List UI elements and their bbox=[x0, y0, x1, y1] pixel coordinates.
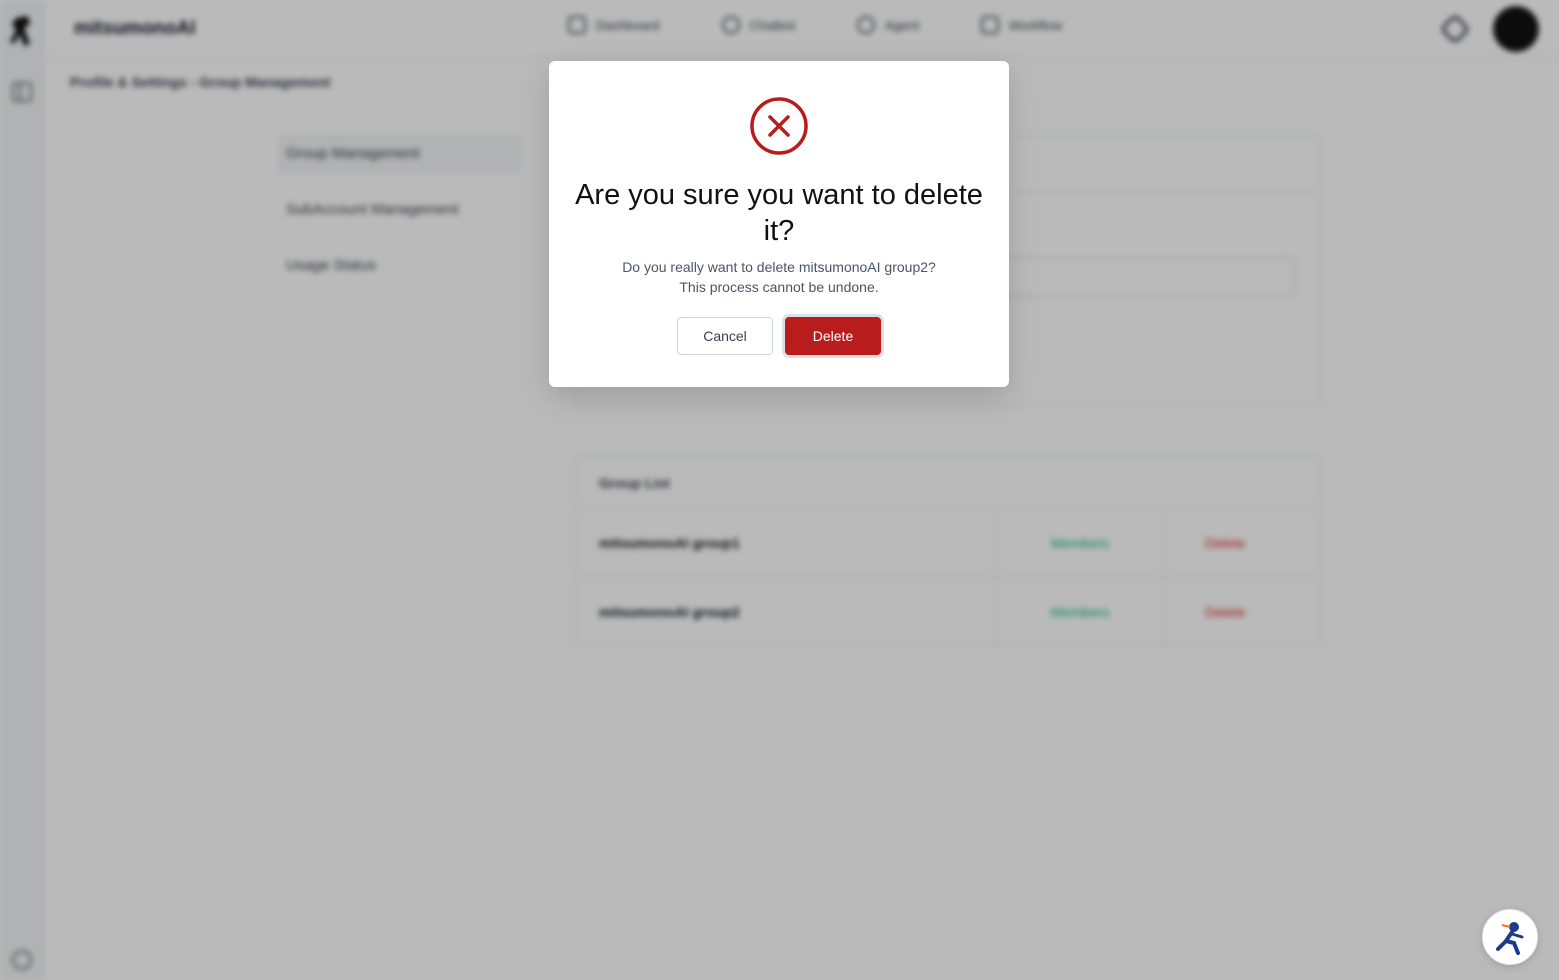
help-button[interactable] bbox=[1482, 909, 1538, 965]
dialog-message: Do you really want to delete mitsumonoAI… bbox=[569, 257, 989, 297]
delete-confirm-dialog: Are you sure you want to delete it? Do y… bbox=[549, 61, 1009, 387]
dialog-message-line: This process cannot be undone. bbox=[679, 279, 879, 295]
x-circle-icon bbox=[750, 97, 808, 155]
cancel-button[interactable]: Cancel bbox=[677, 317, 773, 355]
ninja-mascot-icon bbox=[1496, 922, 1524, 955]
confirm-delete-button[interactable]: Delete bbox=[785, 317, 881, 355]
dialog-title: Are you sure you want to delete it? bbox=[575, 179, 983, 247]
dialog-message-line: Do you really want to delete mitsumonoAI… bbox=[622, 259, 936, 275]
